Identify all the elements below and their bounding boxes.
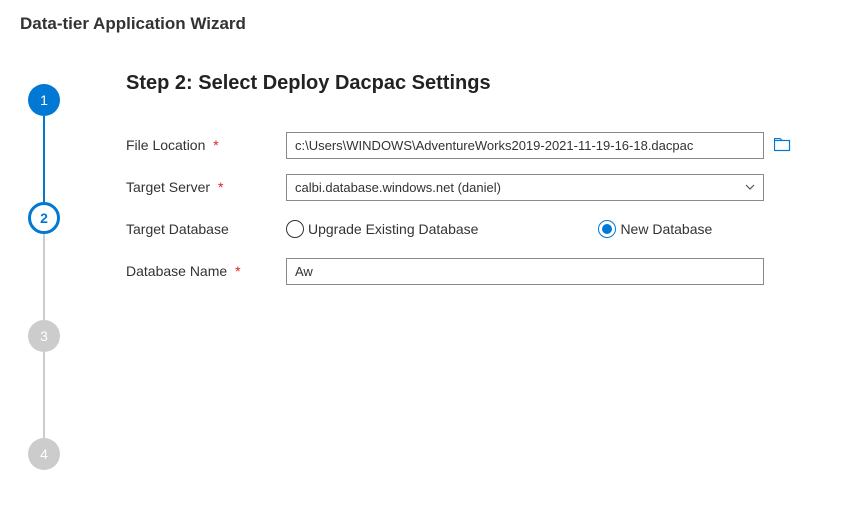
target-server-value: calbi.database.windows.net (daniel) (295, 180, 501, 195)
radio-circle-icon (286, 220, 304, 238)
target-server-row: Target Server * calbi.database.windows.n… (126, 173, 830, 201)
database-name-label: Database Name * (126, 263, 286, 279)
file-location-label: File Location * (126, 137, 286, 153)
step-4[interactable]: 4 (28, 438, 60, 470)
step-2[interactable]: 2 (28, 202, 60, 234)
step-connector-3-4 (43, 352, 45, 438)
browse-folder-icon[interactable] (774, 138, 792, 152)
step-heading: Step 2: Select Deploy Dacpac Settings (126, 72, 830, 95)
step-connector-2-3 (43, 234, 45, 320)
step-3[interactable]: 3 (28, 320, 60, 352)
database-name-label-text: Database Name (126, 263, 227, 279)
radio-new-database[interactable]: New Database (598, 220, 712, 238)
target-server-select[interactable]: calbi.database.windows.net (daniel) (286, 174, 764, 201)
chevron-down-icon (745, 181, 755, 193)
required-asterisk: * (235, 263, 240, 279)
required-asterisk: * (213, 137, 218, 153)
main-panel: Step 2: Select Deploy Dacpac Settings Fi… (78, 54, 860, 470)
database-name-input[interactable] (286, 258, 764, 285)
target-server-label-text: Target Server (126, 179, 210, 195)
file-location-row: File Location * (126, 131, 830, 159)
file-location-input[interactable] (286, 132, 764, 159)
wizard-title: Data-tier Application Wizard (0, 0, 860, 54)
target-database-radio-group: Upgrade Existing Database New Database (286, 220, 764, 238)
radio-upgrade-label: Upgrade Existing Database (308, 221, 478, 237)
step-1[interactable]: 1 (28, 84, 60, 116)
target-database-row: Target Database Upgrade Existing Databas… (126, 215, 830, 243)
content-area: 1 2 3 4 Step 2: Select Deploy Dacpac Set… (0, 54, 860, 470)
step-connector-1-2 (43, 116, 45, 202)
stepper: 1 2 3 4 (22, 54, 78, 470)
radio-dot-icon (602, 224, 612, 234)
target-database-label: Target Database (126, 221, 286, 237)
database-name-row: Database Name * (126, 257, 830, 285)
radio-new-label: New Database (620, 221, 712, 237)
file-location-label-text: File Location (126, 137, 205, 153)
radio-circle-selected-icon (598, 220, 616, 238)
target-server-label: Target Server * (126, 179, 286, 195)
radio-upgrade-existing[interactable]: Upgrade Existing Database (286, 220, 478, 238)
required-asterisk: * (218, 179, 223, 195)
